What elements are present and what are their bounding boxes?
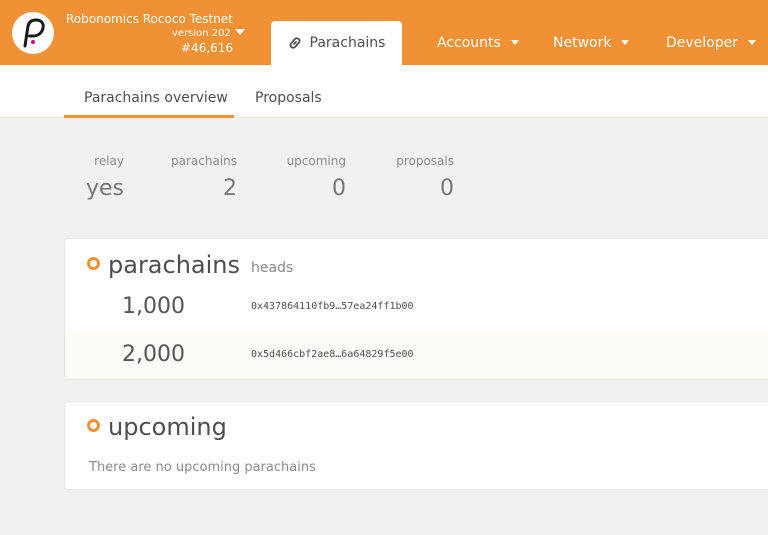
upcoming-card-title: upcoming <box>87 413 227 441</box>
nav-developer-label: Developer <box>666 35 739 51</box>
polkadot-logo-icon[interactable] <box>12 12 54 54</box>
parachain-id: 2,000 <box>122 342 185 367</box>
parachain-head: 0x5d466cbf2ae8…6a64829f5e00 <box>251 349 414 360</box>
tab-proposals[interactable]: Proposals <box>234 65 344 118</box>
summary-upcoming-label: upcoming <box>286 154 346 168</box>
chevron-down-icon <box>235 29 245 35</box>
summary-relay-value: yes <box>85 176 124 201</box>
tab-parachains[interactable]: Parachains <box>271 21 402 65</box>
chain-name: Robonomics Rococo Testnet <box>66 12 233 26</box>
parachain-id: 1,000 <box>122 294 185 319</box>
parachains-card: parachains heads 1,000 0x437864110fb9…57… <box>64 238 768 380</box>
upcoming-title-text: upcoming <box>108 413 227 441</box>
nav-accounts-label: Accounts <box>437 35 501 51</box>
nav-accounts[interactable]: Accounts <box>437 33 519 53</box>
bullet-dot-icon <box>87 419 100 432</box>
table-row: 1,000 0x437864110fb9…57ea24ff1b00 <box>65 283 768 331</box>
chevron-down-icon <box>621 40 630 45</box>
link-icon <box>288 36 302 50</box>
summary-upcoming-value: 0 <box>332 176 346 201</box>
sub-navigation: Parachains overview Proposals <box>0 65 768 118</box>
nav-developer[interactable]: Developer <box>666 33 757 53</box>
bullet-dot-icon <box>87 257 100 270</box>
summary-parachains-value: 2 <box>223 176 237 201</box>
tab-parachains-label: Parachains <box>309 35 386 51</box>
summary-proposals-label: proposals <box>396 154 454 168</box>
parachains-card-title: parachains <box>87 251 240 279</box>
nav-network-label: Network <box>553 35 612 51</box>
chain-version: version 202 <box>172 28 231 39</box>
heads-column-header: heads <box>251 260 294 276</box>
empty-state-message: There are no upcoming parachains <box>89 460 316 475</box>
summary-relay-label: relay <box>94 154 124 168</box>
table-row: 2,000 0x5d466cbf2ae8…6a64829f5e00 <box>65 331 768 379</box>
parachains-title-text: parachains <box>108 251 241 279</box>
summary-proposals-value: 0 <box>440 176 454 201</box>
nav-network[interactable]: Network <box>553 33 630 53</box>
upcoming-card: upcoming There are no upcoming parachain… <box>64 401 768 490</box>
summary-parachains-label: parachains <box>170 154 237 168</box>
summary-proposals: proposals 0 <box>364 153 454 203</box>
summary-relay: relay yes <box>64 153 124 203</box>
tab-proposals-label: Proposals <box>255 90 322 106</box>
summary-parachains: parachains 2 <box>146 153 237 203</box>
chevron-down-icon <box>748 40 757 45</box>
summary-upcoming: upcoming 0 <box>256 153 346 203</box>
chain-selector[interactable]: Robonomics Rococo Testnet version 202 #4… <box>66 11 246 55</box>
chevron-down-icon <box>510 40 519 45</box>
block-number: #46,616 <box>181 41 234 55</box>
tab-parachains-overview-label: Parachains overview <box>84 90 228 106</box>
tab-parachains-overview[interactable]: Parachains overview <box>64 65 234 118</box>
top-bar: Robonomics Rococo Testnet version 202 #4… <box>0 0 768 65</box>
parachain-head: 0x437864110fb9…57ea24ff1b00 <box>251 301 414 312</box>
